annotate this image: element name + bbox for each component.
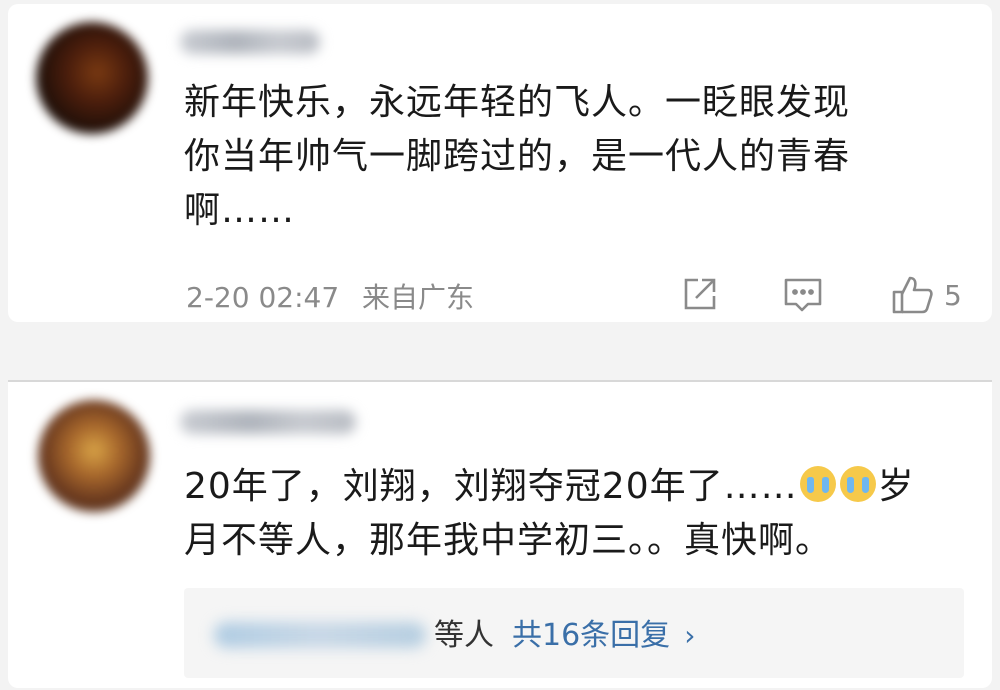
crying-emoji-icon	[839, 466, 876, 502]
comment-time: 2-20 02:47	[186, 281, 340, 314]
comment-card-2: 20年了，刘翔，刘翔夺冠20年了…… 岁 月不等人，那年我中学初三。。真快啊。 等…	[8, 380, 992, 688]
crying-emoji-icon	[799, 466, 836, 502]
comment-button[interactable]	[780, 272, 826, 316]
username-blurred[interactable]	[180, 30, 320, 54]
comment-text: 20年了，刘翔，刘翔夺冠20年了…… 岁 月不等人，那年我中学初三。。真快啊。	[184, 460, 944, 568]
view-replies-link[interactable]: 共16条回复	[512, 618, 670, 653]
like-icon	[888, 272, 936, 318]
chevron-right-icon: ›	[684, 619, 696, 652]
comment-card-1: 新年快乐，永远年轻的飞人。一眨眼发现 你当年帅气一脚跨过的，是一代人的青春 啊……	[8, 4, 992, 322]
reply-users-blurred	[214, 622, 426, 648]
share-button[interactable]	[678, 272, 722, 316]
comment-text-part1: 20年了，刘翔，刘翔夺冠20年了……	[184, 466, 798, 507]
like-button[interactable]: 5	[888, 272, 962, 318]
share-icon	[678, 272, 722, 316]
reply-suffix: 等人	[434, 618, 494, 653]
like-count: 5	[944, 278, 962, 312]
comment-meta: 2-20 02:47 来自广东	[186, 276, 474, 316]
avatar[interactable]	[36, 22, 148, 134]
comment-icon	[780, 272, 826, 316]
reply-summary[interactable]: 等人 共16条回复 ›	[184, 588, 964, 678]
comment-text: 新年快乐，永远年轻的飞人。一眨眼发现 你当年帅气一脚跨过的，是一代人的青春 啊……	[184, 82, 851, 231]
comment-location: 来自广东	[362, 281, 475, 314]
username-blurred[interactable]	[180, 410, 356, 434]
reply-summary-text: 等人 共16条回复 ›	[434, 610, 695, 654]
avatar[interactable]	[38, 400, 150, 512]
